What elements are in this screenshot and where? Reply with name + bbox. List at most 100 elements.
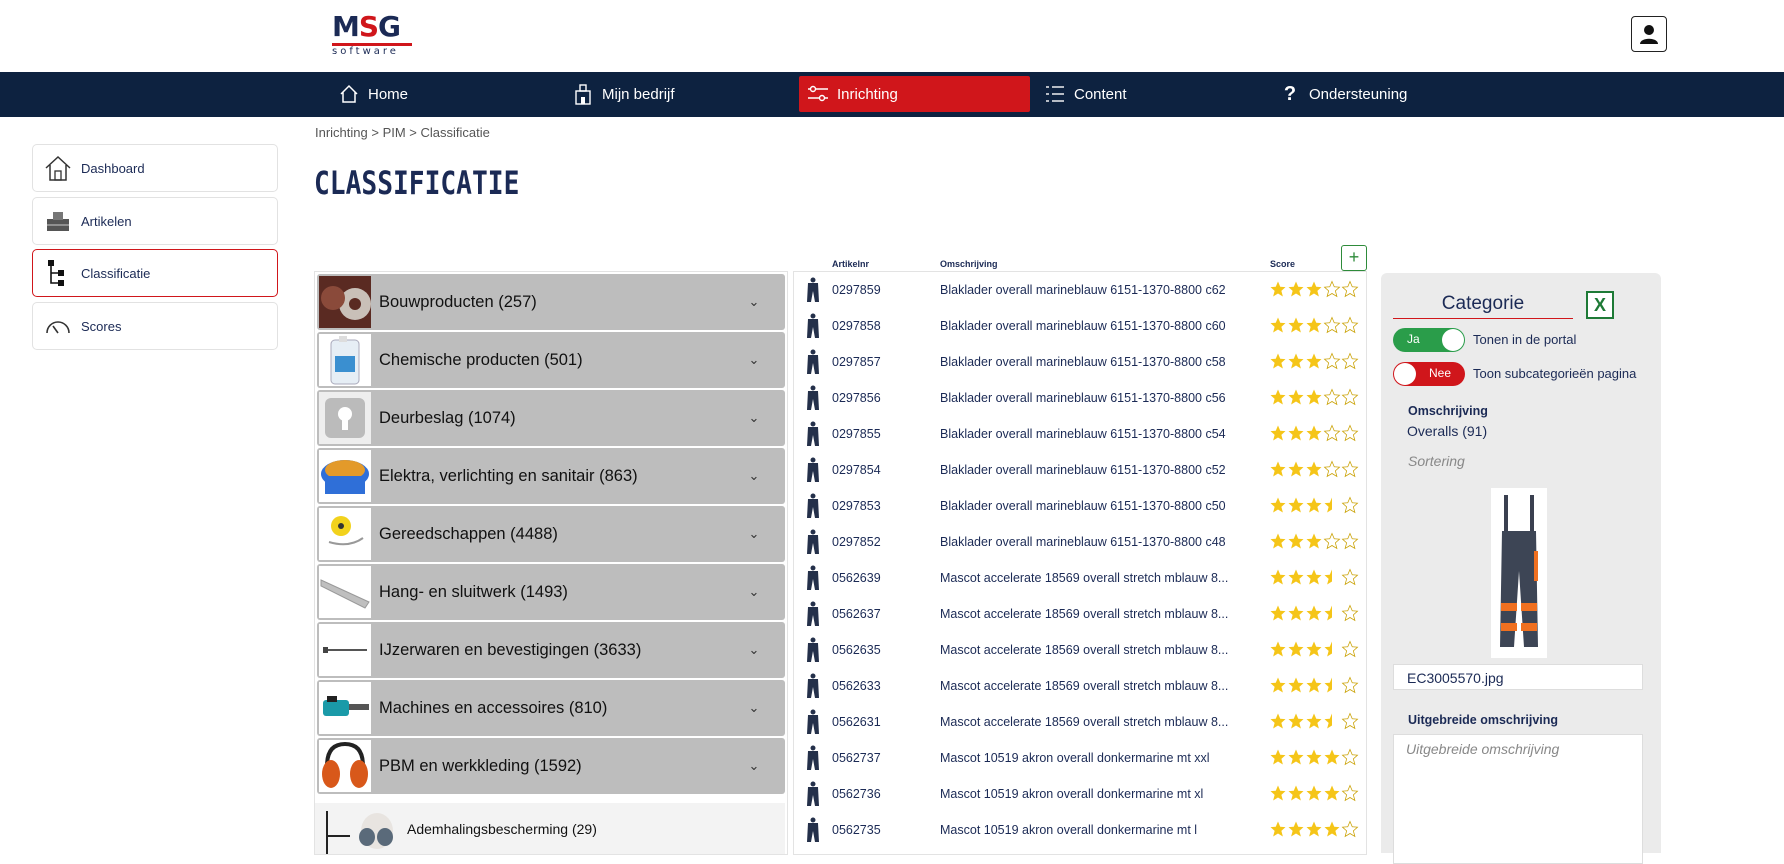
toggle-knob [1442, 329, 1464, 351]
star-icon [1305, 820, 1323, 841]
chevron-down-icon[interactable]: ⌄ [743, 758, 765, 774]
category-item[interactable]: Chemische producten (501) ⌄ [317, 332, 785, 388]
table-row[interactable]: 0562639 Mascot accelerate 18569 overall s… [794, 560, 1366, 596]
category-item[interactable]: Bouwproducten (257) ⌄ [317, 274, 785, 330]
table-row[interactable]: 0297854 Blaklader overall marineblauw 615… [794, 452, 1366, 488]
chevron-down-icon[interactable]: ⌄ [743, 700, 765, 716]
star-icon [1341, 532, 1359, 553]
table-row[interactable]: 0562635 Mascot accelerate 18569 overall s… [794, 632, 1366, 668]
star-icon [1305, 784, 1323, 805]
chevron-down-icon[interactable]: ⌄ [743, 352, 765, 368]
excel-export-icon[interactable]: X [1586, 291, 1614, 319]
sidebar-item-classificatie[interactable]: Classificatie [32, 249, 278, 297]
toggle-show-in-portal[interactable]: Ja [1393, 328, 1465, 352]
question-icon: ? [1283, 82, 1297, 105]
add-article-button[interactable]: + [1341, 245, 1367, 271]
article-description: Blaklader overall marineblauw 6151-1370-… [940, 499, 1226, 513]
category-thumbnail [319, 334, 371, 386]
subcategory-item[interactable]: Ademhalingsbescherming (29) [315, 803, 785, 854]
category-thumbnail [319, 392, 371, 444]
toggle-subcategories-page[interactable]: Nee [1393, 362, 1465, 386]
chevron-down-icon[interactable]: ⌄ [743, 294, 765, 310]
chevron-down-icon[interactable]: ⌄ [743, 642, 765, 658]
nav-content[interactable]: Content [1044, 76, 1194, 112]
sortering-input[interactable]: Sortering [1408, 453, 1465, 469]
sidebar-item-dashboard[interactable]: Dashboard [32, 144, 278, 192]
star-icon [1341, 568, 1359, 589]
category-item[interactable]: IJzerwaren en bevestigingen (3633) ⌄ [317, 622, 785, 678]
category-label: Bouwproducten (257) [379, 292, 537, 311]
article-number: 0562737 [832, 751, 881, 765]
sidebar-item-artikelen[interactable]: Artikelen [32, 197, 278, 245]
list-icon [1044, 83, 1066, 105]
table-row[interactable]: 0297858 Blaklader overall marineblauw 615… [794, 308, 1366, 344]
table-row[interactable]: 0562637 Mascot accelerate 18569 overall s… [794, 596, 1366, 632]
sidebar-item-scores[interactable]: Scores [32, 302, 278, 350]
table-row[interactable]: 0297857 Blaklader overall marineblauw 615… [794, 344, 1366, 380]
toggle-state-label: Ja [1407, 332, 1420, 346]
breadcrumb[interactable]: Inrichting > PIM > Classificatie [315, 125, 490, 140]
box-icon [43, 206, 73, 236]
omschrijving-value[interactable]: Overalls (91) [1407, 423, 1487, 439]
msg-logo[interactable]: MSG software [332, 12, 414, 57]
table-row[interactable]: 0562631 Mascot accelerate 18569 overall s… [794, 704, 1366, 740]
star-icon [1287, 820, 1305, 841]
chevron-down-icon[interactable]: ⌄ [743, 410, 765, 426]
nav-ondersteuning[interactable]: ? Ondersteuning [1279, 76, 1459, 112]
score-stars [1269, 316, 1359, 337]
table-row[interactable]: 0297855 Blaklader overall marineblauw 615… [794, 416, 1366, 452]
category-item[interactable]: Deurbeslag (1074) ⌄ [317, 390, 785, 446]
category-item[interactable]: Gereedschappen (4488) ⌄ [317, 506, 785, 562]
article-description: Mascot accelerate 18569 overall stretch … [940, 643, 1229, 657]
star-icon [1323, 568, 1341, 589]
sidebar-item-label: Dashboard [81, 160, 145, 176]
star-icon [1341, 712, 1359, 733]
image-filename-field[interactable]: EC3005570.jpg [1393, 664, 1643, 690]
table-row[interactable]: 0562736 Mascot 10519 akron overall donker… [794, 776, 1366, 812]
table-row[interactable]: 0562735 Mascot 10519 akron overall donker… [794, 812, 1366, 848]
score-stars [1269, 532, 1359, 553]
category-item[interactable]: PBM en werkkleding (1592) ⌄ [317, 738, 785, 794]
table-row[interactable]: 0562737 Mascot 10519 akron overall donker… [794, 740, 1366, 776]
overall-thumbnail-icon [804, 781, 822, 807]
overall-thumbnail-icon [804, 313, 822, 339]
column-header-artikelnr[interactable]: Artikelnr [832, 259, 869, 269]
nav-home-label: Home [368, 85, 409, 103]
category-item[interactable]: Elektra, verlichting en sanitair (863) ⌄ [317, 448, 785, 504]
sidebar-item-label: Artikelen [81, 213, 132, 229]
table-row[interactable]: 0297852 Blaklader overall marineblauw 615… [794, 524, 1366, 560]
star-icon [1287, 424, 1305, 445]
table-row[interactable]: 0297859 Blaklader overall marineblauw 615… [794, 272, 1366, 308]
star-icon [1323, 352, 1341, 373]
category-item[interactable]: Hang- en sluitwerk (1493) ⌄ [317, 564, 785, 620]
star-icon [1341, 424, 1359, 445]
star-icon [1269, 676, 1287, 697]
nav-mijn-bedrijf[interactable]: Mijn bedrijf [572, 76, 742, 112]
chevron-down-icon[interactable]: ⌄ [743, 584, 765, 600]
overall-thumbnail-icon [804, 637, 822, 663]
score-stars [1269, 748, 1359, 769]
category-label: Hang- en sluitwerk (1493) [379, 582, 568, 601]
nav-inrichting[interactable]: Inrichting [799, 76, 1030, 112]
chevron-down-icon[interactable]: ⌄ [743, 526, 765, 542]
subcategory-label: Ademhalingsbescherming (29) [407, 821, 597, 837]
toggle-show-in-portal-label: Tonen in de portal [1473, 332, 1577, 347]
sidebar-item-label: Classificatie [81, 265, 151, 281]
user-account-button[interactable] [1631, 16, 1667, 52]
nav-home[interactable]: Home [338, 76, 478, 112]
category-item[interactable]: Machines en accessoires (810) ⌄ [317, 680, 785, 736]
star-icon [1305, 280, 1323, 301]
star-icon [1341, 388, 1359, 409]
star-icon [1323, 388, 1341, 409]
star-icon [1269, 496, 1287, 517]
star-icon [1305, 712, 1323, 733]
score-stars [1269, 784, 1359, 805]
table-row[interactable]: 0297856 Blaklader overall marineblauw 615… [794, 380, 1366, 416]
star-icon [1269, 640, 1287, 661]
table-row[interactable]: 0297853 Blaklader overall marineblauw 615… [794, 488, 1366, 524]
chevron-down-icon[interactable]: ⌄ [743, 468, 765, 484]
column-header-score[interactable]: Score [1270, 259, 1295, 269]
column-header-omschrijving[interactable]: Omschrijving [940, 259, 998, 269]
uitgebreide-omschrijving-textarea[interactable]: Uitgebreide omschrijving [1393, 734, 1643, 864]
table-row[interactable]: 0562633 Mascot accelerate 18569 overall s… [794, 668, 1366, 704]
